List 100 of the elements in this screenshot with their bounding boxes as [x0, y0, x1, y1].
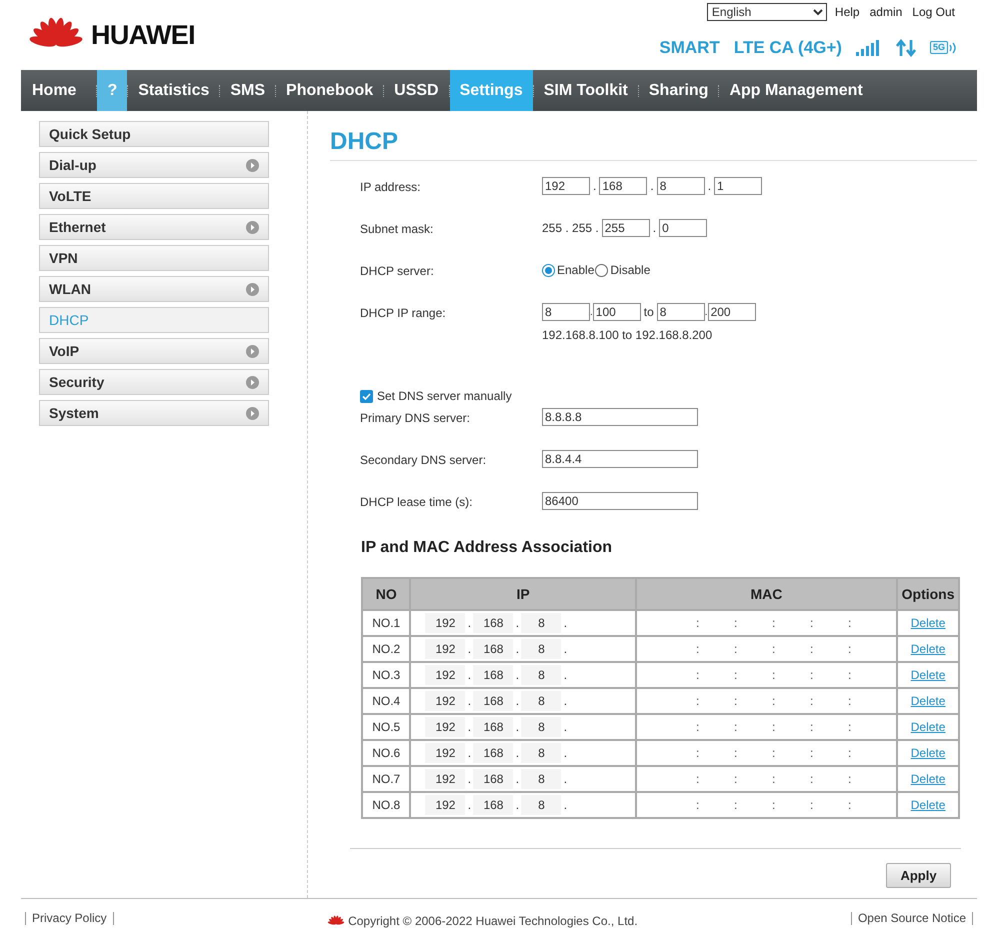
sidebar-item[interactable]: Quick Setup [39, 121, 269, 147]
input-field[interactable]: 192 [425, 743, 466, 763]
separator: : [695, 615, 700, 632]
separator: : [809, 771, 814, 788]
input-field[interactable]: 192 [425, 613, 466, 633]
apply-button[interactable]: Apply [886, 863, 951, 888]
nav-tab[interactable]: Home [21, 70, 96, 111]
input-field[interactable]: 168 [473, 743, 514, 763]
table-cell: NO.2 [362, 636, 410, 662]
input-field[interactable]: 8 [656, 303, 705, 321]
input-field[interactable]: 1 [714, 177, 762, 195]
sidebar-item[interactable]: Security [39, 369, 269, 395]
nav-tab[interactable]: SMS [220, 70, 276, 111]
input-field[interactable]: 8 [521, 665, 562, 685]
column-header: IP [410, 578, 636, 610]
footer-link[interactable]: Privacy Policy [25, 912, 114, 925]
nav-tab[interactable]: Sharing [638, 70, 718, 111]
separator: : [771, 615, 776, 632]
input-field[interactable]: 8 [521, 691, 562, 711]
input-field[interactable]: 168 [599, 177, 648, 195]
network-type: LTE CA (4G+) [734, 37, 842, 59]
sidebar-item[interactable]: Dial-up [39, 152, 269, 178]
column-header: NO [362, 578, 410, 610]
checkbox[interactable] [360, 390, 373, 402]
field-label: IP address: [360, 179, 422, 196]
chevron-icon [246, 406, 259, 420]
input-field[interactable]: 192 [425, 769, 466, 789]
nav-tab[interactable]: Statistics [128, 70, 220, 111]
language-select[interactable]: English [706, 3, 827, 21]
radio-button[interactable] [595, 264, 608, 276]
sidebar-item[interactable]: Ethernet [39, 214, 269, 240]
input-field[interactable]: 8.8.8.8 [542, 408, 698, 426]
input-field[interactable]: 168 [473, 613, 514, 633]
input-field[interactable]: 8.8.4.4 [542, 450, 698, 468]
input-field[interactable]: 192 [425, 665, 466, 685]
separator: : [809, 719, 814, 736]
separator: : [733, 797, 738, 814]
field-label: DHCP server: [360, 263, 435, 280]
separator: : [847, 693, 852, 710]
separator: : [771, 641, 776, 658]
table-cell: NO.5 [362, 714, 410, 740]
input-field[interactable]: 168 [473, 717, 514, 737]
input-field[interactable]: 0 [659, 219, 708, 237]
checkbox-label: Set DNS server manually [377, 388, 512, 405]
input-field[interactable]: 8 [521, 769, 562, 789]
separator: : [733, 719, 738, 736]
nav-tab[interactable]: App Management [719, 70, 873, 111]
separator: . [514, 641, 520, 658]
header-link[interactable]: admin [870, 3, 902, 21]
input-field[interactable]: 8 [521, 795, 562, 815]
input-field[interactable]: 192 [542, 177, 590, 195]
input-field[interactable]: 86400 [542, 492, 698, 510]
separator: : [847, 667, 852, 684]
input-field[interactable]: 168 [473, 795, 514, 815]
separator: : [695, 797, 700, 814]
input-field[interactable]: 192 [425, 639, 466, 659]
input-field[interactable]: 168 [473, 691, 514, 711]
copyright-text: Copyright © 2006-2022 Huawei Technologies Co., Ltd. [348, 913, 638, 930]
separator: : [695, 641, 700, 658]
input-field[interactable]: 8 [521, 613, 562, 633]
separator: . [466, 693, 472, 710]
input-field[interactable]: 192 [425, 717, 466, 737]
radio-button[interactable] [542, 264, 555, 276]
input-field[interactable]: 255 [602, 219, 650, 237]
separator: : [771, 693, 776, 710]
network-badge: 5G [930, 41, 948, 54]
input-field[interactable]: 168 [473, 769, 514, 789]
page-title: DHCP [330, 127, 400, 157]
input-field[interactable]: 100 [592, 303, 641, 321]
input-field[interactable]: 8 [542, 303, 590, 321]
separator: . [514, 667, 520, 684]
separator: . [704, 306, 708, 320]
separator: . [562, 667, 568, 684]
nav-tab[interactable]: SIM Toolkit [534, 70, 638, 111]
footer-link[interactable]: Open Source Notice [850, 912, 973, 925]
nav-tab[interactable]: Phonebook [276, 70, 384, 111]
sidebar-item[interactable]: VPN [39, 245, 269, 271]
input-field[interactable]: 168 [473, 665, 514, 685]
separator: : [733, 771, 738, 788]
input-field[interactable]: 8 [656, 177, 705, 195]
input-field[interactable]: 8 [521, 743, 562, 763]
input-field[interactable]: 8 [521, 717, 562, 737]
sidebar-item[interactable]: VoIP [39, 338, 269, 364]
separator: . [708, 178, 712, 195]
separator: . [514, 693, 520, 710]
sidebar-item[interactable]: VoLTE [39, 183, 269, 209]
wave-icon [949, 42, 957, 54]
sidebar-item[interactable]: WLAN [39, 276, 269, 302]
table-cell: NO.4 [362, 688, 410, 714]
input-field[interactable]: 192 [425, 795, 466, 815]
input-field[interactable]: 192 [425, 691, 466, 711]
header-link[interactable]: Help [834, 3, 860, 21]
separator: : [733, 641, 738, 658]
input-field[interactable]: 8 [521, 639, 562, 659]
separator: . [466, 797, 472, 814]
input-field[interactable]: 168 [473, 639, 514, 659]
input-field[interactable]: 200 [708, 303, 756, 321]
nav-tab[interactable]: USSD [384, 70, 449, 111]
header-link[interactable]: Log Out [912, 3, 955, 21]
sidebar-item[interactable]: System [39, 400, 269, 426]
